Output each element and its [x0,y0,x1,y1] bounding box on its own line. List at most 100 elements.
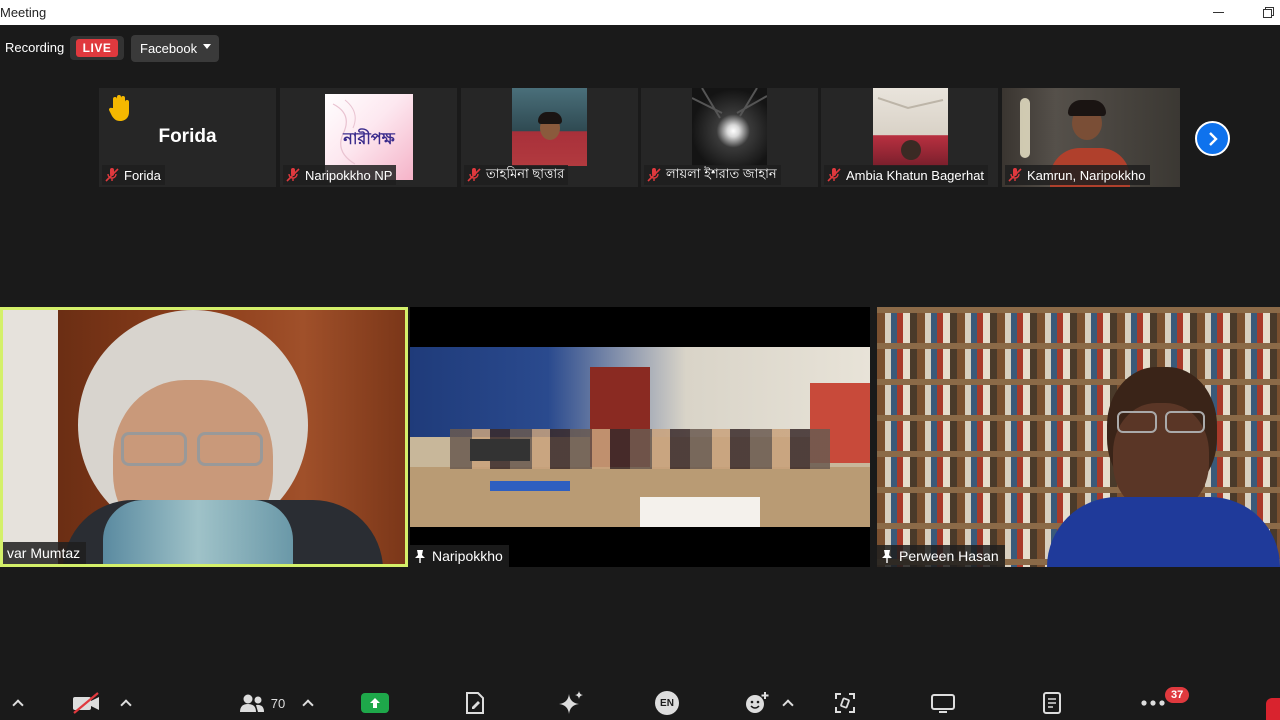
participant-name: Forida [124,167,161,183]
mic-muted-icon [286,168,300,182]
participants-options-button[interactable] [300,690,316,716]
participant-name: তাহমিনা ছাত্তার [486,165,565,181]
audio-options-button[interactable] [10,690,26,716]
mic-muted-icon [647,168,661,182]
participant-name: লায়লা ইশরাত জাহান [666,165,777,181]
live-badge[interactable]: LIVE [70,36,124,60]
participant-video [873,88,948,166]
participants-count: 70 [270,695,286,711]
participants-button[interactable]: 70 [234,690,290,716]
language-code: EN [660,697,674,709]
caret-down-icon [203,44,211,49]
title-bar: Meeting [0,0,1280,25]
document-icon [1043,692,1061,714]
bookshelf-video [1047,497,1280,567]
participant-thumbnail-forida[interactable]: Forida Forida [99,88,276,187]
participant-name-tag: তাহমিনা ছাত্তার [464,165,569,185]
participant-video [1068,100,1106,116]
summary-button[interactable] [1040,690,1064,716]
participant-display-name: Forida [158,126,217,147]
participant-name: Naripokkho NP [305,167,393,183]
participant-name-tag: Naripokkho [410,545,509,567]
sparkle-icon [559,691,583,714]
speaker-video [103,500,293,564]
room-video [410,347,870,527]
participant-thumbnail-naripokkho-np[interactable]: নারীপক্ষ Naripokkho NP [280,88,457,187]
bookshelf-video [1117,411,1157,433]
chevron-up-icon [782,699,794,711]
video-options-button[interactable] [118,690,134,716]
video-off-icon [73,692,99,714]
mic-muted-icon [105,168,119,182]
more-notification-badge: 37 [1165,687,1190,703]
reactions-button[interactable] [744,690,770,716]
live-badge-text: LIVE [75,39,119,57]
mic-muted-icon [827,168,841,182]
participant-video [512,88,587,166]
minimize-icon [1212,12,1224,13]
participant-thumbnail-kamrun[interactable]: Kamrun, Naripokkho [1002,88,1180,187]
participant-video [692,88,767,166]
video-tile-speaker[interactable]: var Mumtaz [0,307,408,567]
recording-label: Recording [5,40,65,55]
language-button[interactable]: EN [654,690,680,716]
more-dots-icon [1141,700,1165,706]
meeting-toolbar [0,680,1280,720]
participant-name-tag: Forida [102,165,165,185]
participant-name: var Mumtaz [7,545,81,561]
next-page-button[interactable] [1195,121,1230,156]
participant-name: Ambia Khatun Bagerhat [846,167,985,183]
restore-button[interactable] [1253,0,1280,25]
chevron-right-icon [1208,131,1218,146]
participant-name: Perween Hasan [899,548,999,564]
raised-hand-icon [108,95,129,121]
participant-thumbnail-ambia[interactable]: Ambia Khatun Bagerhat [821,88,998,187]
participant-name: Naripokkho [432,548,503,564]
participants-icon [239,694,264,712]
language-badge: EN [655,691,679,715]
participant-name-tag: var Mumtaz [3,542,87,564]
speaker-video [197,432,263,466]
emoji-add-icon [746,692,769,713]
pin-icon [882,550,892,563]
reactions-options-button[interactable] [780,690,796,716]
badge-count: 37 [1171,689,1184,701]
video-tile-perween[interactable]: Perween Hasan [877,307,1280,567]
notes-icon [466,692,484,714]
speaker-video [121,432,187,466]
whiteboard-button[interactable] [930,690,956,716]
participant-thumbnail-tahmina[interactable]: তাহমিনা ছাত্তার [461,88,638,187]
video-tile-naripokkho[interactable]: Naripokkho [410,307,870,567]
apps-icon [835,693,855,713]
speaker-video [3,310,63,564]
participant-name-tag: Perween Hasan [877,545,1005,567]
bookshelf-video [1165,411,1205,433]
participant-name-tag: Naripokkho NP [283,165,397,185]
minimize-button[interactable] [1203,0,1233,25]
chevron-up-icon [302,699,314,711]
chevron-up-icon [120,699,132,711]
naripokkho-logo-text: নারীপক্ষ [343,129,395,148]
more-button[interactable] [1138,690,1168,716]
participant-name: Kamrun, Naripokkho [1027,167,1146,183]
notes-button[interactable] [463,690,487,716]
end-meeting-button[interactable] [1266,698,1280,720]
mic-muted-icon [1008,168,1022,182]
participant-name-tag: Kamrun, Naripokkho [1005,165,1150,185]
share-screen-icon [361,693,389,713]
stream-destination-label: Facebook [140,41,198,56]
participant-name-tag: Ambia Khatun Bagerhat [824,165,989,185]
whiteboard-icon [931,694,955,713]
restore-icon [1262,7,1274,18]
participant-thumbnail-laila[interactable]: লায়লা ইশরাত জাহান [641,88,818,187]
window-title: Meeting [0,5,47,20]
start-video-button[interactable] [70,690,102,716]
pin-icon [415,550,425,563]
stream-destination-select[interactable]: Facebook [131,35,219,62]
ai-companion-button[interactable] [556,690,586,716]
share-screen-button[interactable] [361,690,389,716]
chevron-up-icon [12,699,24,711]
participant-video [1020,98,1030,158]
apps-button[interactable] [833,690,857,716]
participant-name-tag: লায়লা ইশরাত জাহান [644,165,781,185]
